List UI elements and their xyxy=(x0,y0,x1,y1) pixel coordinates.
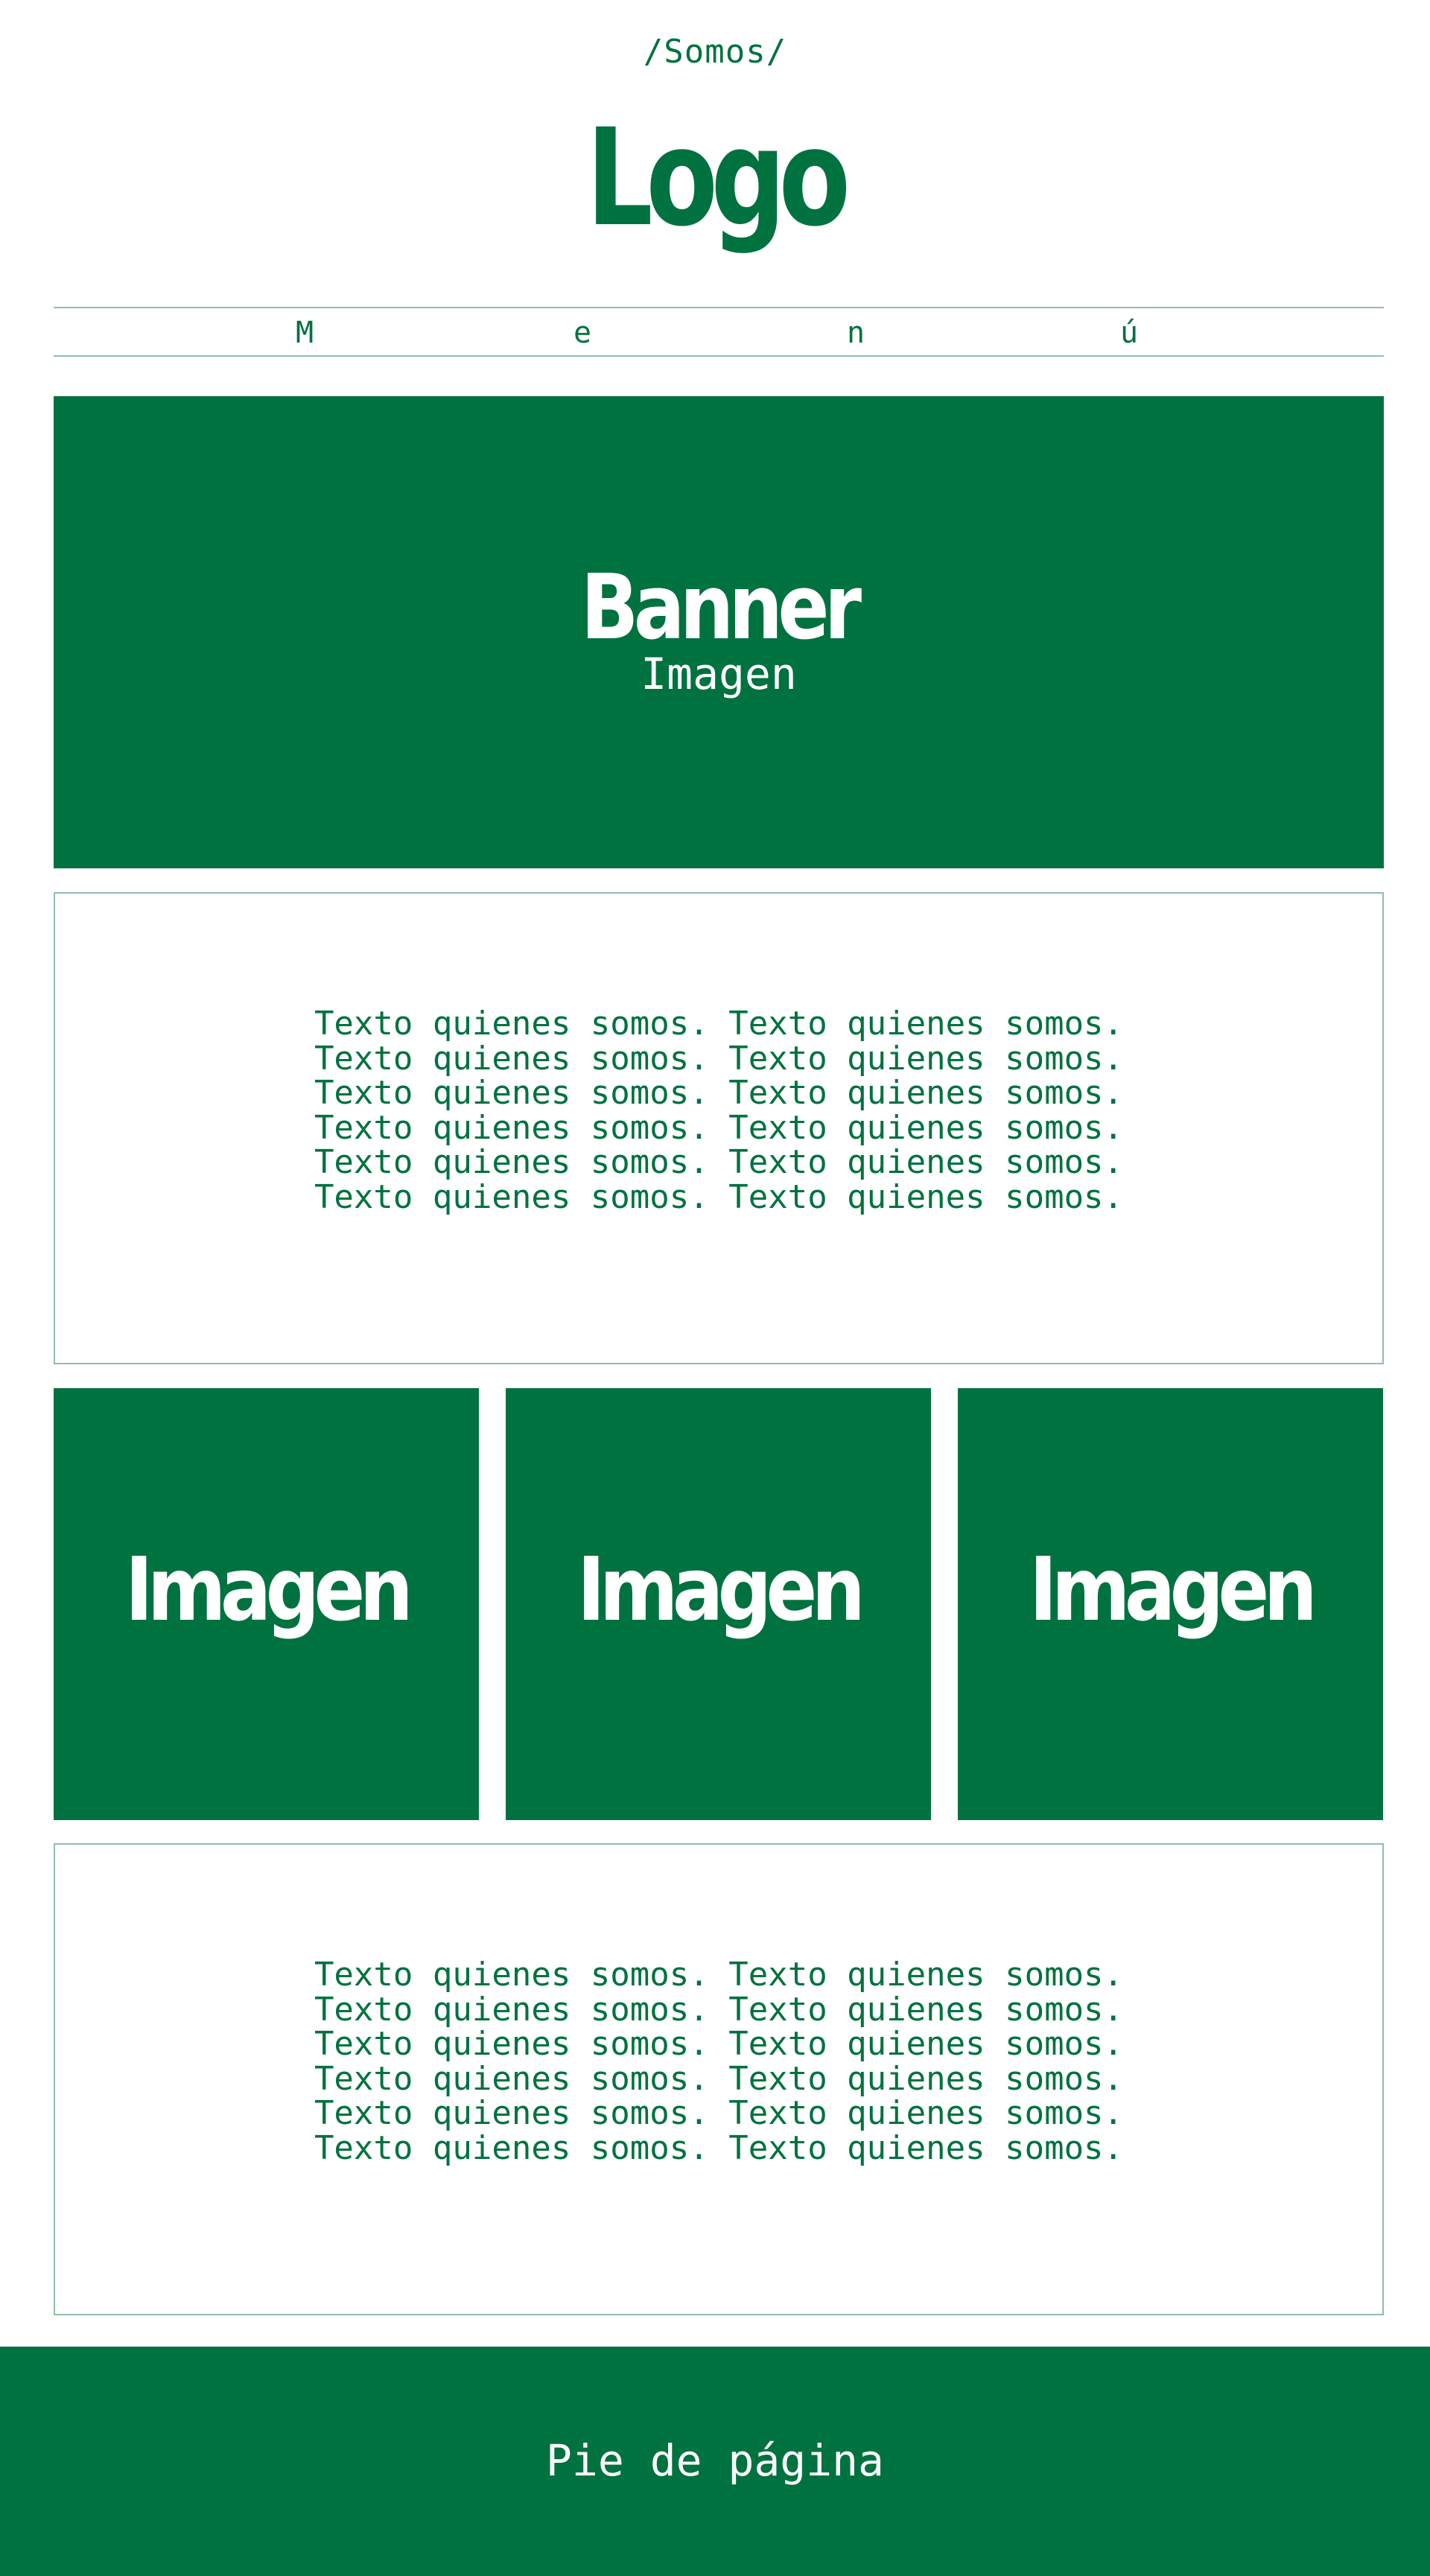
about-line: Texto quienes somos. Texto quienes somos… xyxy=(314,2025,1124,2063)
menu-item-3[interactable]: n xyxy=(811,313,900,353)
banner-title: Banner xyxy=(580,556,862,660)
about-line: Texto quienes somos. Texto quienes somos… xyxy=(314,2059,1124,2098)
banner-image: Banner Imagen xyxy=(54,396,1384,868)
banner-subtitle: Imagen xyxy=(641,649,797,699)
about-text-bottom: Texto quienes somos. Texto quienes somos… xyxy=(55,1956,1382,2167)
menu-bottom-divider xyxy=(54,355,1384,357)
gallery-image-3[interactable]: Imagen xyxy=(958,1388,1383,1820)
breadcrumb[interactable]: /Somos/ xyxy=(0,30,1430,74)
gallery-image-2[interactable]: Imagen xyxy=(506,1388,931,1820)
about-line: Texto quienes somos. Texto quienes somos… xyxy=(314,1956,1124,1994)
site-logo[interactable]: Logo xyxy=(157,112,1273,246)
gallery-image-label: Imagen xyxy=(1029,1538,1318,1641)
menu-item-1[interactable]: M xyxy=(260,313,349,353)
about-line: Texto quienes somos. Texto quienes somos… xyxy=(314,1005,1124,1043)
about-line: Texto quienes somos. Texto quienes somos… xyxy=(314,1990,1124,2029)
about-line: Texto quienes somos. Texto quienes somos… xyxy=(314,2094,1124,2132)
menu-item-2[interactable]: e xyxy=(538,313,627,353)
footer-text: Pie de página xyxy=(546,2435,884,2486)
about-line: Texto quienes somos. Texto quienes somos… xyxy=(314,1039,1124,1078)
about-line: Texto quienes somos. Texto quienes somos… xyxy=(314,1143,1124,1181)
gallery-image-label: Imagen xyxy=(124,1538,413,1641)
gallery-image-label: Imagen xyxy=(576,1538,865,1641)
about-line: Texto quienes somos. Texto quienes somos… xyxy=(314,1074,1124,1112)
about-line: Texto quienes somos. Texto quienes somos… xyxy=(314,1108,1124,1147)
about-text-section-bottom: Texto quienes somos. Texto quienes somos… xyxy=(54,1843,1384,2315)
about-text-top: Texto quienes somos. Texto quienes somos… xyxy=(55,1005,1382,1216)
about-line: Texto quienes somos. Texto quienes somos… xyxy=(314,1177,1124,1216)
menu-top-divider xyxy=(54,307,1384,308)
menu-item-4[interactable]: ú xyxy=(1084,313,1174,353)
page-footer: Pie de página xyxy=(0,2347,1430,2576)
about-text-section-top: Texto quienes somos. Texto quienes somos… xyxy=(54,892,1384,1364)
about-line: Texto quienes somos. Texto quienes somos… xyxy=(314,2128,1124,2167)
gallery-image-1[interactable]: Imagen xyxy=(54,1388,479,1820)
